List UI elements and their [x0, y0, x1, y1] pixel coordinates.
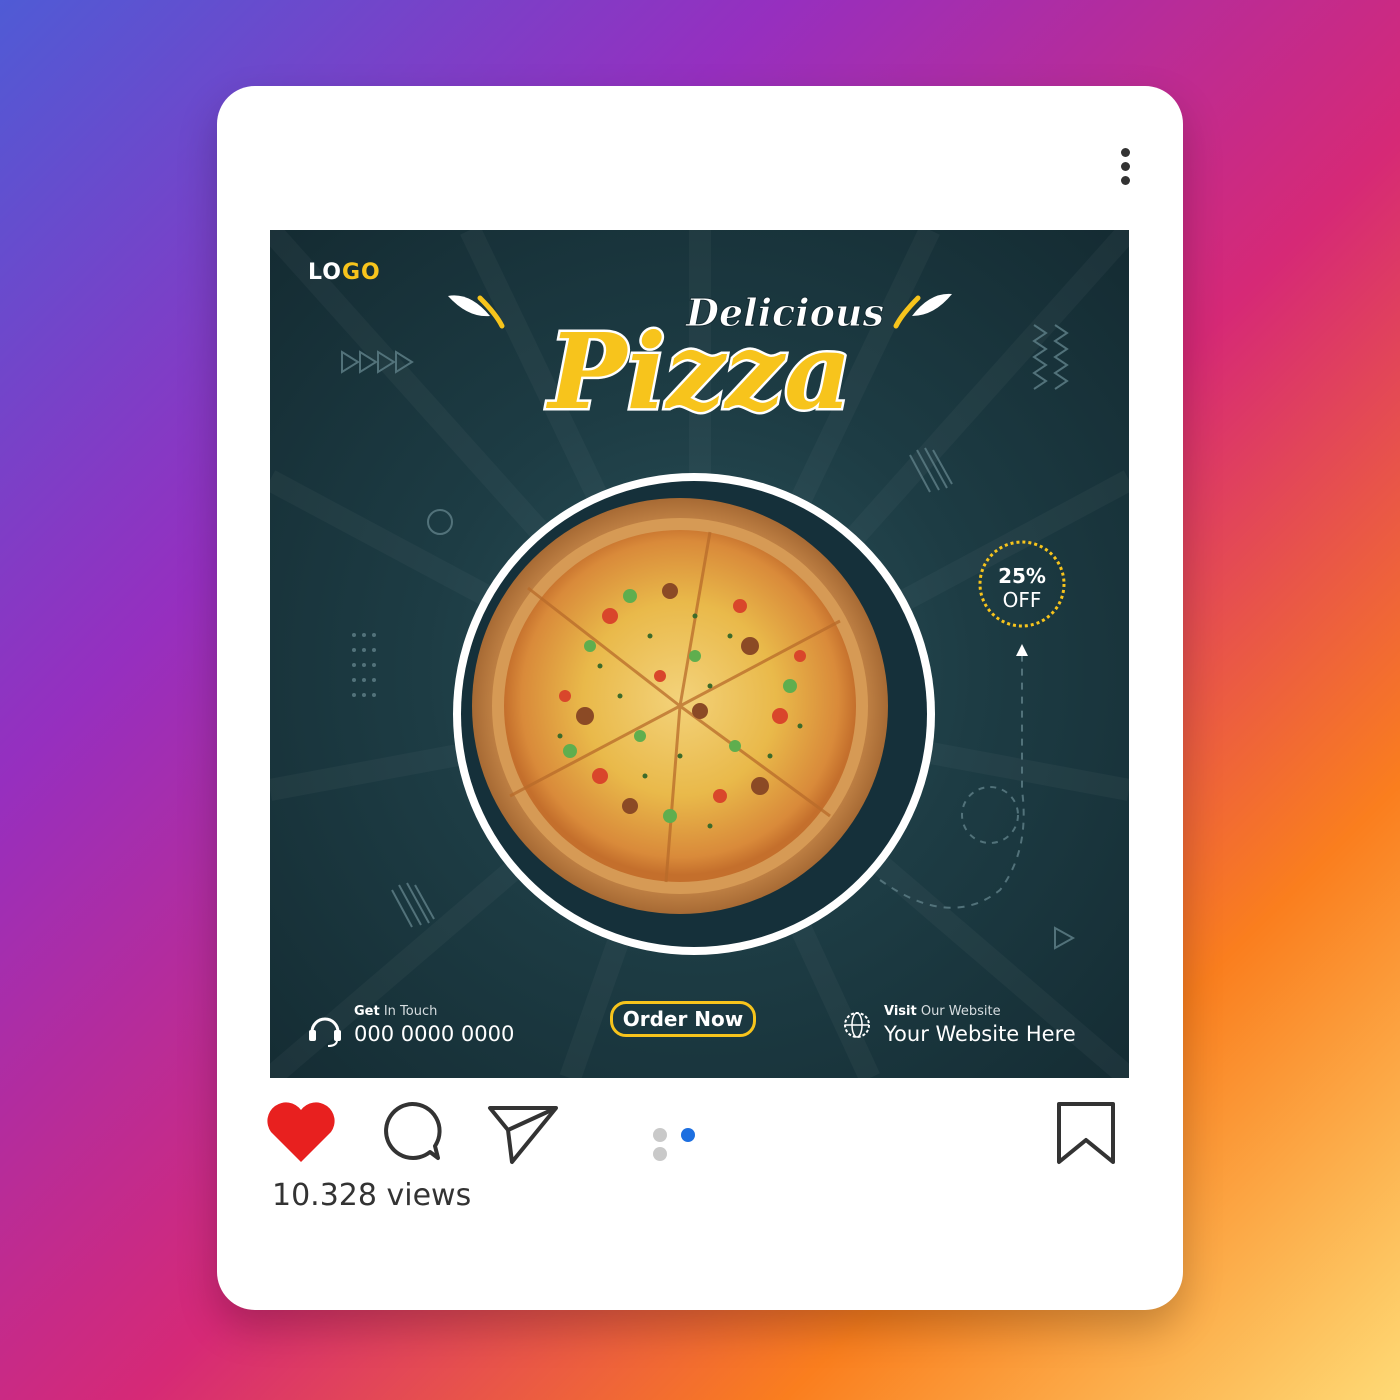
view-count: 10.328 views	[272, 1178, 472, 1213]
globe-icon	[844, 1012, 870, 1038]
contact-phone: 000 0000 0000	[354, 1022, 515, 1046]
bookmark-icon[interactable]	[1055, 1100, 1117, 1166]
carousel-indicator[interactable]	[653, 1128, 733, 1161]
post-card: LOGO Delicious Pizza 25% OFF Get In Touc…	[217, 86, 1183, 1310]
send-icon[interactable]	[486, 1100, 560, 1166]
carousel-dot	[653, 1128, 667, 1142]
contact-info: Get In Touch 000 0000 0000	[306, 1000, 546, 1050]
decorative-shapes	[341, 324, 1076, 950]
discount-badge: 25% OFF	[998, 564, 1046, 612]
post-actions	[217, 1096, 1183, 1166]
website-label: Visit Our Website	[884, 1004, 1001, 1019]
website-info: Visit Our Website Your Website Here	[840, 1000, 1110, 1050]
contact-label: Get In Touch	[354, 1004, 438, 1019]
comment-icon[interactable]	[380, 1100, 444, 1162]
website-url: Your Website Here	[884, 1022, 1076, 1046]
carousel-dot	[653, 1147, 667, 1161]
order-now-button[interactable]: Order Now	[610, 1001, 756, 1037]
more-options-icon[interactable]	[1110, 144, 1140, 194]
carousel-dot-active	[681, 1128, 695, 1142]
headset-icon	[309, 1017, 341, 1047]
post-image[interactable]: LOGO Delicious Pizza 25% OFF Get In Touc…	[270, 230, 1129, 1078]
heart-icon[interactable]	[265, 1102, 337, 1164]
